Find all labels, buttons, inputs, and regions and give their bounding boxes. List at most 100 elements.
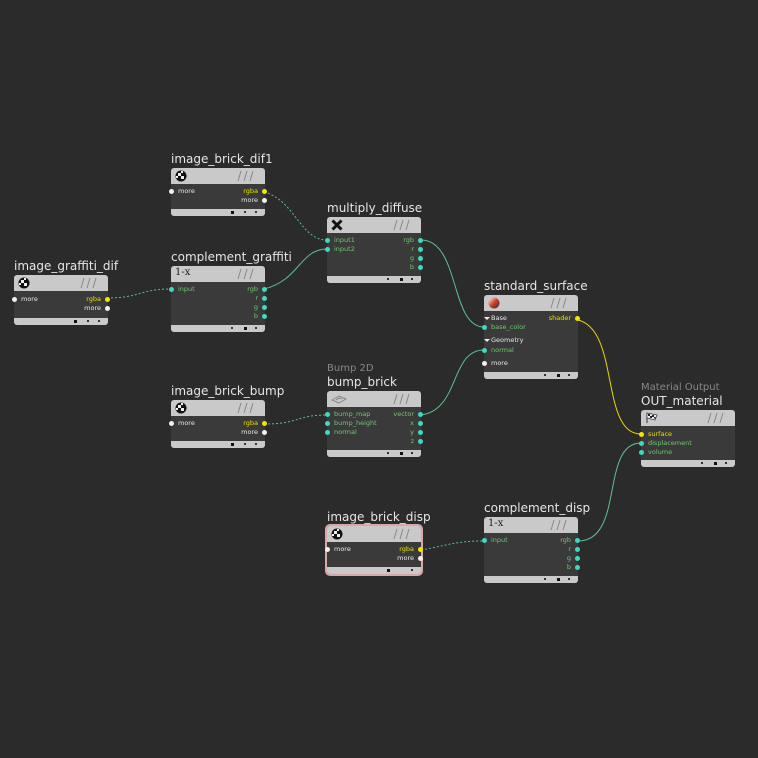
output-label: r	[411, 245, 414, 253]
output-port-rgba[interactable]	[418, 547, 423, 552]
input-port-more[interactable]	[482, 361, 487, 366]
node-options-hatch[interactable]	[390, 393, 416, 405]
output-label: more	[397, 554, 414, 562]
node-complement-graffiti[interactable]: complement_graffiti 1-x input rgb r g b	[169, 250, 292, 332]
node-options-hatch[interactable]	[390, 528, 416, 540]
output-port-rgba[interactable]	[262, 421, 267, 426]
node-options-hatch[interactable]	[704, 412, 730, 424]
output-port-y[interactable]	[418, 430, 423, 435]
input-label: displacement	[648, 439, 692, 447]
node-footer	[484, 576, 578, 583]
node-options-hatch[interactable]	[547, 519, 573, 531]
input-port-more[interactable]	[169, 421, 174, 426]
output-port-rgba[interactable]	[262, 189, 267, 194]
node-options-hatch[interactable]	[234, 268, 260, 280]
node-header[interactable]	[484, 295, 578, 311]
input-port-input1[interactable]	[325, 238, 330, 243]
node-header[interactable]	[641, 410, 735, 426]
wire-disp-to-complement[interactable]	[420, 540, 485, 551]
input-port-displacement[interactable]	[639, 441, 644, 446]
output-port-g[interactable]	[575, 556, 580, 561]
input-label: input	[491, 536, 508, 544]
input-port-normal[interactable]	[325, 430, 330, 435]
node-header[interactable]	[171, 168, 265, 184]
input-port-bump-height[interactable]	[325, 421, 330, 426]
input-label: surface	[648, 430, 673, 438]
node-out-material[interactable]: Material Output OUT_material surface dis…	[639, 382, 735, 467]
input-port-more[interactable]	[12, 297, 17, 302]
node-options-hatch[interactable]	[77, 277, 103, 289]
node-header[interactable]	[327, 391, 421, 407]
node-image-graffiti-dif[interactable]: image_graffiti_dif more rgba more	[12, 259, 118, 325]
input-port-bump-map[interactable]	[325, 412, 330, 417]
input-port-volume[interactable]	[639, 450, 644, 455]
node-header[interactable]	[171, 400, 265, 416]
output-port-r[interactable]	[262, 296, 267, 301]
output-port-b[interactable]	[262, 314, 267, 319]
node-bump-brick[interactable]: Bump 2D bump_brick bump_map bump_height …	[325, 363, 423, 457]
node-body: more rgba more	[325, 542, 423, 567]
input-label: input1	[334, 236, 355, 244]
output-port-r[interactable]	[575, 547, 580, 552]
wire-bump-to-standard[interactable]	[420, 349, 485, 416]
checker-ball-icon	[175, 170, 187, 182]
wire-bumpimg-to-bump[interactable]	[263, 414, 328, 425]
output-port-g[interactable]	[262, 305, 267, 310]
node-image-brick-bump[interactable]: image_brick_bump more rgba more	[169, 384, 284, 448]
section-geometry[interactable]: Geometry	[484, 337, 523, 344]
output-port-r[interactable]	[418, 247, 423, 252]
input-port-normal[interactable]	[482, 348, 487, 353]
output-port-rgba[interactable]	[105, 297, 110, 302]
output-port-rgb[interactable]	[418, 238, 423, 243]
input-label: volume	[648, 448, 673, 456]
input-port-input[interactable]	[482, 538, 487, 543]
node-body: bump_map bump_height normal vector x y z	[325, 407, 423, 450]
output-port-b[interactable]	[418, 265, 423, 270]
output-port-x[interactable]	[418, 421, 423, 426]
section-label: Base	[491, 314, 507, 322]
wire-standard-to-output[interactable]	[577, 319, 642, 435]
node-image-brick-dif1[interactable]: image_brick_dif1 more rgba more	[169, 152, 273, 216]
output-port-vector[interactable]	[418, 412, 423, 417]
output-port-shader[interactable]	[575, 316, 580, 321]
input-port-more[interactable]	[169, 189, 174, 194]
input-port-more[interactable]	[325, 547, 330, 552]
node-footer	[171, 209, 265, 216]
node-options-hatch[interactable]	[234, 170, 260, 182]
section-base[interactable]: Base	[484, 315, 507, 322]
input-port-surface[interactable]	[639, 432, 644, 437]
node-header[interactable]: 1-x	[484, 517, 578, 533]
input-port-input[interactable]	[169, 287, 174, 292]
node-type-label: Material Output	[641, 382, 720, 393]
node-image-brick-disp[interactable]: image_brick_disp more rgba more	[325, 510, 431, 576]
node-body: more rgba more	[169, 416, 267, 441]
output-port-more[interactable]	[262, 198, 267, 203]
node-standard-surface[interactable]: standard_surface Base base_color shader …	[482, 279, 588, 379]
output-port-more[interactable]	[418, 556, 423, 561]
node-multiply-diffuse[interactable]: multiply_diffuse input1 input2 rgb r g b	[325, 201, 423, 283]
node-header[interactable]	[14, 275, 108, 291]
node-options-hatch[interactable]	[234, 402, 260, 414]
node-options-hatch[interactable]	[390, 219, 416, 231]
output-port-z[interactable]	[418, 439, 423, 444]
output-port-rgb[interactable]	[262, 287, 267, 292]
one-minus-x-icon: 1-x	[488, 518, 504, 529]
node-header[interactable]	[327, 526, 421, 542]
node-header[interactable]: 1-x	[171, 266, 265, 282]
output-port-more[interactable]	[105, 306, 110, 311]
input-port-base-color[interactable]	[482, 325, 487, 330]
output-port-more[interactable]	[262, 430, 267, 435]
wire-brickdif1-to-multiply[interactable]	[263, 191, 328, 241]
wire-complement-to-output[interactable]	[577, 442, 642, 542]
node-footer	[327, 276, 421, 283]
node-header[interactable]	[327, 217, 421, 233]
node-options-hatch[interactable]	[547, 297, 573, 309]
output-port-rgb[interactable]	[575, 538, 580, 543]
output-port-b[interactable]	[575, 565, 580, 570]
node-complement-disp[interactable]: complement_disp 1-x input rgb r g b	[482, 501, 590, 583]
wire-graffiti-to-complement[interactable]	[106, 288, 172, 299]
input-port-input2[interactable]	[325, 247, 330, 252]
output-port-g[interactable]	[418, 256, 423, 261]
chevron-down-icon	[484, 316, 490, 320]
wire-multiply-to-standard[interactable]	[420, 239, 485, 328]
